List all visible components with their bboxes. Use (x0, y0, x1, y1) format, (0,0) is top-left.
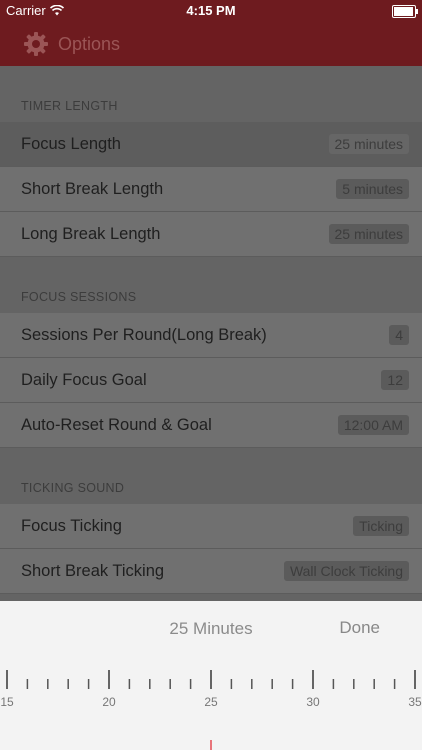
row-value: Ticking (353, 516, 409, 536)
ruler-label: 25 (204, 695, 218, 709)
row-label: Long Break Length (21, 224, 161, 243)
row-label: Focus Ticking (21, 516, 122, 535)
section-focus-sessions: FOCUS SESSIONS Sessions Per Round(Long B… (0, 257, 422, 448)
row-label: Sessions Per Round(Long Break) (21, 325, 267, 344)
section-ticking-sound: TICKING SOUND Focus Ticking Ticking Shor… (0, 448, 422, 594)
row-value: 25 minutes (328, 224, 409, 244)
ruler-label: 15 (0, 695, 14, 709)
row-value: 25 minutes (328, 134, 409, 154)
duration-picker: 25 Minutes Done 15 20 25 30 35 (0, 601, 422, 750)
section-timer-length: TIMER LENGTH Focus Length 25 minutes Sho… (0, 66, 422, 257)
row-value: 5 minutes (336, 179, 409, 199)
ruler-label: 35 (408, 695, 422, 709)
section-header: FOCUS SESSIONS (21, 290, 137, 304)
nav-bar: Options (0, 22, 422, 66)
short-break-length-row[interactable]: Short Break Length 5 minutes (0, 167, 422, 212)
battery-icon (392, 5, 418, 18)
short-break-ticking-row[interactable]: Short Break Ticking Wall Clock Ticking (0, 549, 422, 594)
ruler-label: 20 (102, 695, 116, 709)
ruler-label: 30 (306, 695, 320, 709)
row-label: Focus Length (21, 134, 121, 153)
minutes-ruler[interactable]: 15 20 25 30 35 (0, 657, 422, 750)
page-title: Options (58, 33, 121, 54)
status-bar: Carrier 4:15 PM (0, 0, 422, 22)
long-break-length-row[interactable]: Long Break Length 25 minutes (0, 212, 422, 257)
row-label: Short Break Ticking (21, 561, 165, 580)
focus-length-row[interactable]: Focus Length 25 minutes (0, 122, 422, 167)
row-value: 12 (381, 370, 409, 390)
focus-ticking-row[interactable]: Focus Ticking Ticking (0, 504, 422, 549)
done-button[interactable]: Done (339, 618, 380, 638)
gear-icon[interactable] (23, 31, 49, 57)
row-label: Short Break Length (21, 179, 164, 198)
auto-reset-row[interactable]: Auto-Reset Round & Goal 12:00 AM (0, 403, 422, 448)
section-header: TIMER LENGTH (21, 99, 118, 113)
row-value: Wall Clock Ticking (283, 561, 409, 581)
row-label: Daily Focus Goal (21, 370, 147, 389)
row-value: 4 (389, 325, 409, 345)
daily-focus-goal-row[interactable]: Daily Focus Goal 12 (0, 358, 422, 403)
battery-fill (394, 7, 413, 16)
row-label: Auto-Reset Round & Goal (21, 415, 212, 434)
row-value: 12:00 AM (337, 415, 409, 435)
sessions-per-round-row[interactable]: Sessions Per Round(Long Break) 4 (0, 313, 422, 358)
section-header: TICKING SOUND (21, 481, 125, 495)
status-time: 4:15 PM (186, 3, 236, 18)
settings-list: TIMER LENGTH Focus Length 25 minutes Sho… (0, 66, 422, 601)
